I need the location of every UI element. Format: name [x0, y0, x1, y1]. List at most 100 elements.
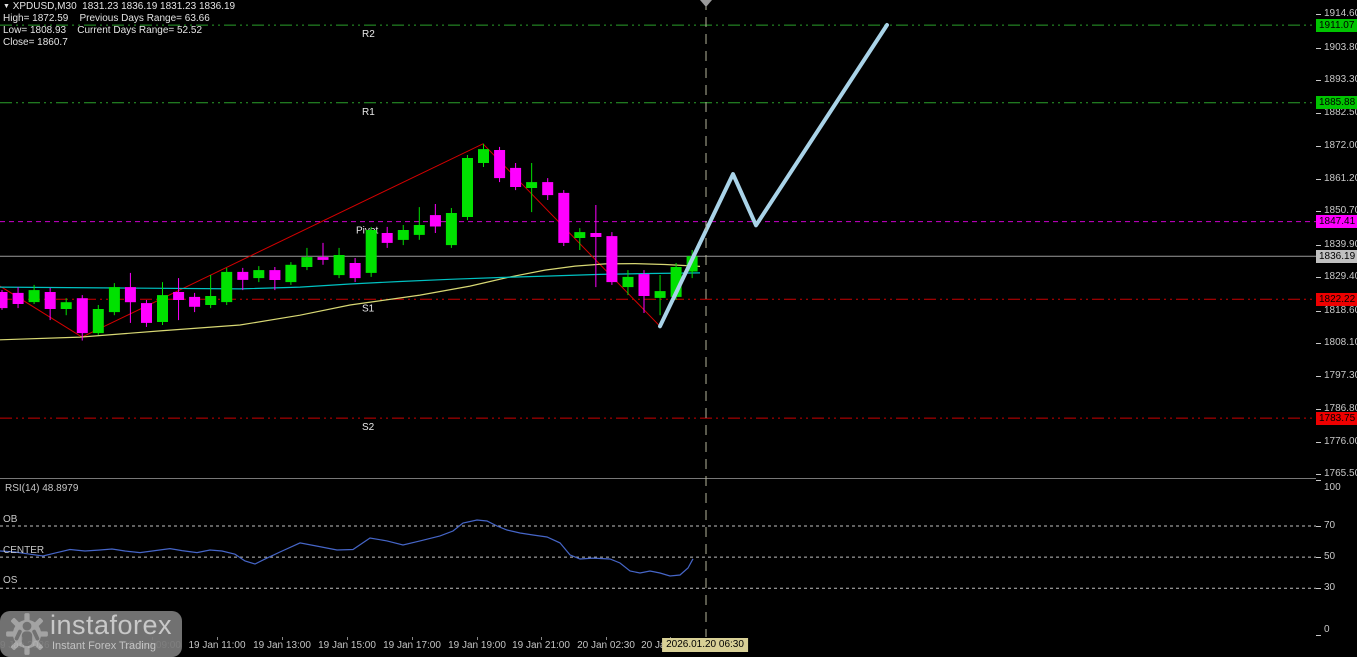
candle-body	[462, 158, 473, 217]
candle	[92, 305, 104, 335]
rsi-title: RSI(14) 48.8979	[5, 483, 79, 494]
level-label-r1: R1	[362, 107, 375, 118]
candle-body	[301, 257, 313, 267]
price-tick-label: 1872.00	[1324, 140, 1357, 151]
price-tick	[1316, 376, 1321, 377]
rsi-tick	[1316, 526, 1321, 527]
candle	[526, 163, 538, 213]
candle	[494, 146, 506, 183]
level-label-r2: R2	[362, 29, 375, 40]
candle	[189, 292, 201, 313]
candle-body	[542, 182, 554, 196]
time-label: 19 Jan 21:00	[512, 640, 570, 651]
candle-body	[510, 167, 522, 187]
price-tick-label: 1861.20	[1324, 173, 1357, 184]
rsi-tick-label: 0	[1324, 624, 1330, 635]
candle-body	[413, 225, 425, 235]
price-tick-label: 1829.40	[1324, 271, 1357, 282]
watermark-subtitle: Instant Forex Trading	[52, 640, 156, 652]
price-tick	[1316, 343, 1321, 344]
price-tick	[1316, 146, 1321, 147]
candles-layer	[0, 143, 698, 341]
time-label: 19 Jan 19:00	[448, 640, 506, 651]
watermark-title: instaforex	[50, 610, 173, 640]
price-tick-label: 1776.00	[1324, 436, 1357, 447]
candle	[108, 283, 120, 316]
candle-body	[269, 270, 281, 280]
panel-separator[interactable]	[0, 478, 1357, 479]
rsi-tick-label: 70	[1324, 520, 1336, 531]
candle	[510, 163, 522, 191]
price-badge-r2: 1911.07	[1316, 19, 1357, 32]
forecast-projection-line[interactable]	[658, 23, 889, 329]
rsi-tick-label: 100	[1324, 482, 1341, 493]
candle-body	[333, 255, 345, 276]
rsi-center-label: CENTER	[3, 545, 45, 556]
candle-body	[76, 298, 88, 334]
candle-body	[429, 215, 441, 227]
price-tick-label: 1893.30	[1324, 74, 1357, 85]
symbol-ohlc-text: XPDUSD,M30 1831.23 1836.19 1831.23 1836.…	[12, 1, 236, 12]
candle	[60, 298, 72, 316]
candle	[285, 262, 297, 285]
candle	[173, 278, 185, 321]
expand-arrow-icon[interactable]: ▼	[3, 3, 10, 10]
price-tick	[1316, 245, 1321, 246]
candle	[606, 232, 618, 285]
candle	[365, 226, 377, 277]
candle-body	[526, 182, 538, 188]
rsi-tick	[1316, 480, 1321, 481]
price-tick	[1316, 211, 1321, 212]
candle-body	[92, 309, 104, 334]
candle-body	[317, 257, 329, 260]
time-axis[interactable]: 2026.01.20 06:30 19 Jan 202619 Jan 09:00…	[0, 637, 1357, 657]
candle	[478, 143, 489, 167]
candle	[301, 247, 313, 271]
price-badge-s2: 1783.75	[1316, 412, 1357, 425]
candle	[397, 225, 409, 246]
rsi-tick	[1316, 557, 1321, 558]
close-line: Close= 1860.7	[3, 37, 68, 48]
rsi-line	[0, 519, 694, 577]
candle-body	[0, 292, 8, 309]
candle	[542, 178, 554, 200]
candle-body	[124, 287, 136, 303]
time-label: 19 Jan 15:00	[318, 640, 376, 651]
time-label: 19 Jan 17:00	[383, 640, 441, 651]
candle-body	[173, 292, 185, 300]
symbol-line: ▼ XPDUSD,M30 1831.23 1836.19 1831.23 183…	[3, 1, 235, 13]
candle-body	[445, 213, 457, 246]
candle-body	[574, 232, 586, 238]
candle-body	[654, 291, 666, 298]
price-badge-pivot: 1847.41	[1316, 215, 1357, 228]
candle-body	[189, 296, 201, 307]
rsi-tick-label: 30	[1324, 582, 1336, 593]
candle	[558, 190, 570, 246]
price-tick	[1316, 311, 1321, 312]
candle-body	[638, 274, 650, 296]
candle	[237, 267, 249, 291]
candle	[0, 290, 8, 310]
candle-body	[381, 233, 393, 243]
candle-body	[606, 236, 618, 283]
info-panel: ▼ XPDUSD,M30 1831.23 1836.19 1831.23 183…	[3, 1, 235, 49]
price-tick-label: 1818.60	[1324, 305, 1357, 316]
candle	[381, 226, 393, 248]
candle-body	[12, 292, 24, 304]
rsi-tick	[1316, 635, 1321, 636]
candle	[638, 270, 650, 313]
price-badge-r1: 1885.88	[1316, 96, 1357, 109]
time-label: 19 Jan 13:00	[253, 640, 311, 651]
main-chart[interactable]: R2R1PivotS1S2	[0, 0, 1316, 478]
price-badge-current: 1836.19	[1316, 250, 1357, 263]
candle-body	[157, 295, 168, 322]
time-label: 20 Jan 02:30	[577, 640, 635, 651]
price-axis[interactable]: 1914.60 1903.80 1893.30 1882.50 1872.00 1861.…	[1316, 0, 1357, 657]
candle-body	[28, 290, 40, 303]
price-badge-s1: 1822.22	[1316, 293, 1357, 306]
mt4-chart-window: R2R1PivotS1S2 ▼ XPDUSD,M30 1831.23 1836.…	[0, 0, 1357, 657]
rsi-panel[interactable]	[0, 480, 1316, 637]
price-tick	[1316, 48, 1321, 49]
candle-body	[221, 271, 233, 303]
candle	[445, 208, 457, 248]
